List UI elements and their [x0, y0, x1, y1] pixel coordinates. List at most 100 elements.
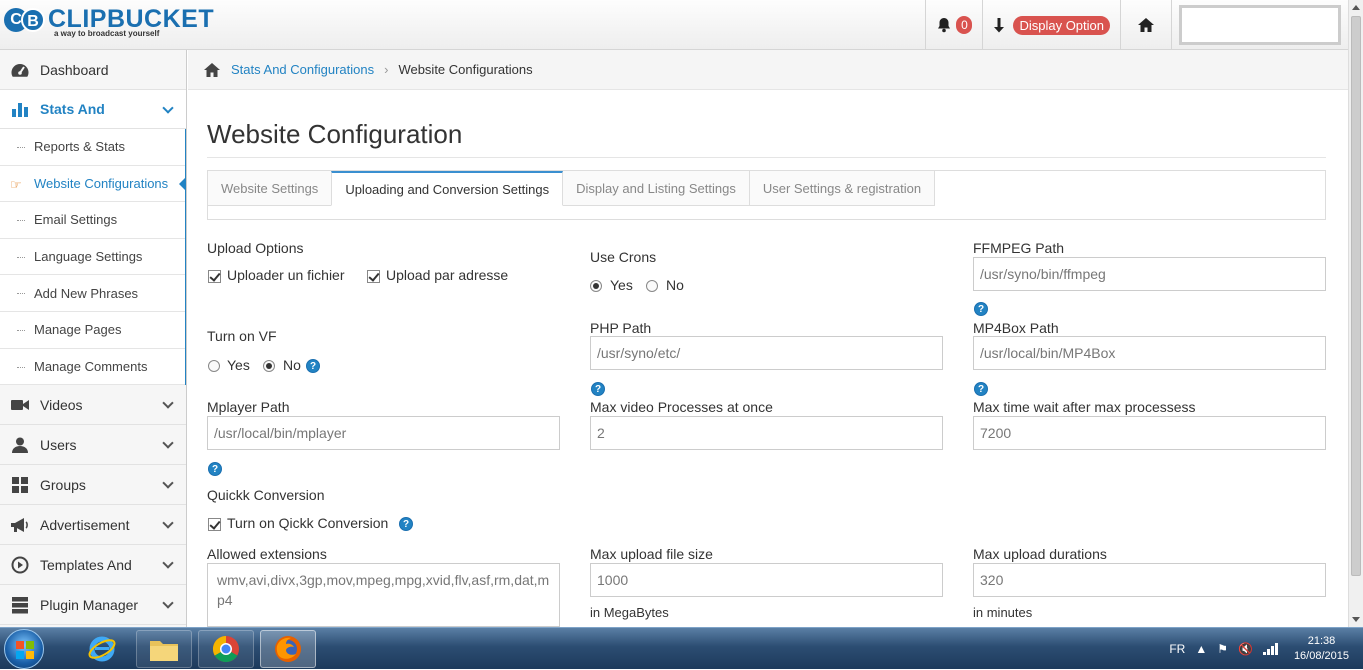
- mp4box-path-input[interactable]: /usr/local/bin/MP4Box: [973, 336, 1326, 370]
- tab-user-settings[interactable]: User Settings & registration: [749, 171, 936, 206]
- tab-website-settings[interactable]: Website Settings: [208, 171, 333, 206]
- chrome-taskbar-button[interactable]: [198, 630, 254, 668]
- sidebar-item-templates[interactable]: Templates And: [0, 545, 186, 586]
- notifications-button[interactable]: 0: [925, 0, 982, 50]
- clock-date: 16/08/2015: [1293, 650, 1349, 662]
- home-icon: [1138, 18, 1154, 32]
- sidebar-item-plugin-manager[interactable]: Plugin Manager: [0, 585, 186, 626]
- sidebar: Dashboard Stats And Reports & Stats ☞ We…: [0, 50, 187, 627]
- action-center-flag-icon[interactable]: ⚑: [1217, 642, 1228, 656]
- ffmpeg-path-input[interactable]: /usr/syno/bin/ffmpeg: [973, 257, 1326, 291]
- breadcrumb-link[interactable]: Stats And Configurations: [231, 62, 374, 77]
- upload-adresse-checkbox[interactable]: [367, 270, 380, 283]
- start-button[interactable]: [4, 629, 44, 669]
- grid-icon: [9, 475, 31, 495]
- allowed-extensions-textarea[interactable]: wmv,avi,divx,3gp,mov,mpeg,mpg,xvid,flv,a…: [207, 563, 560, 627]
- firefox-icon: [275, 636, 301, 662]
- tray-expand-icon[interactable]: ▲: [1195, 642, 1207, 656]
- upload-options-label: Upload Options: [207, 240, 304, 256]
- help-icon[interactable]: ?: [591, 382, 605, 396]
- crons-yes-label: Yes: [610, 277, 633, 293]
- chevron-down-icon: [162, 102, 174, 114]
- tab-uploading-conversion[interactable]: Uploading and Conversion Settings: [331, 171, 564, 206]
- internet-explorer-taskbar-button[interactable]: [74, 630, 130, 668]
- logo-badge: C B: [4, 6, 46, 34]
- max-time-wait-input[interactable]: 7200: [973, 416, 1326, 450]
- tab-display-listing[interactable]: Display and Listing Settings: [563, 171, 750, 206]
- arrow-down-icon: [994, 18, 1005, 33]
- max-upload-duration-label: Max upload durations: [973, 546, 1107, 562]
- display-option-button[interactable]: Display Option: [982, 0, 1120, 50]
- quick-conversion-checkbox[interactable]: [208, 518, 221, 531]
- sidebar-item-label: Dashboard: [40, 61, 109, 78]
- sidebar-item-label: Stats And: [40, 101, 105, 117]
- folder-icon: [150, 641, 178, 661]
- sidebar-item-label: Plugin Manager: [40, 596, 139, 613]
- submenu-manage-comments[interactable]: Manage Comments: [0, 349, 185, 386]
- stats-submenu: Reports & Stats ☞ Website Configurations…: [0, 129, 186, 386]
- mplayer-path-input[interactable]: /usr/local/bin/mplayer: [207, 416, 560, 450]
- breadcrumb-current: Website Configurations: [398, 62, 533, 77]
- language-indicator[interactable]: FR: [1169, 642, 1185, 656]
- network-signal-icon[interactable]: [1262, 643, 1279, 655]
- firefox-taskbar-button[interactable]: [260, 630, 316, 668]
- uploader-fichier-checkbox[interactable]: [208, 270, 221, 283]
- sidebar-item-advertisement[interactable]: Advertisement: [0, 505, 186, 546]
- chevron-down-icon: [162, 477, 174, 489]
- header-nav: 0 Display Option: [925, 0, 1348, 50]
- tabs-container: Website Settings Uploading and Conversio…: [207, 170, 1326, 220]
- page-scrollbar[interactable]: [1348, 0, 1363, 627]
- max-upload-size-input[interactable]: 1000: [590, 563, 943, 597]
- help-icon[interactable]: ?: [306, 359, 320, 373]
- submenu-manage-pages[interactable]: Manage Pages: [0, 312, 185, 349]
- clipbucket-logo[interactable]: C B CLIPBUCKET a way to broadcast yourse…: [4, 6, 214, 42]
- max-upload-size-label: Max upload file size: [590, 546, 713, 562]
- sidebar-item-stats[interactable]: Stats And: [0, 90, 186, 129]
- max-upload-duration-unit: in minutes: [973, 605, 1033, 620]
- max-upload-size-unit: in MegaBytes: [590, 605, 669, 620]
- file-explorer-taskbar-button[interactable]: [136, 630, 192, 668]
- max-upload-duration-input[interactable]: 320: [973, 563, 1326, 597]
- vf-yes-radio[interactable]: [208, 360, 220, 372]
- volume-muted-icon[interactable]: 🔇: [1238, 642, 1253, 656]
- user-icon: [9, 435, 31, 455]
- submenu-email-settings[interactable]: Email Settings: [0, 202, 185, 239]
- use-crons-label: Use Crons: [590, 249, 657, 265]
- home-icon[interactable]: [203, 62, 221, 78]
- sidebar-item-groups[interactable]: Groups: [0, 465, 186, 506]
- allowed-extensions-label: Allowed extensions: [207, 546, 327, 562]
- submenu-website-configurations[interactable]: ☞ Website Configurations: [0, 166, 186, 203]
- scroll-thumb[interactable]: [1351, 16, 1361, 576]
- pointing-hand-icon: ☞: [10, 176, 22, 192]
- bar-chart-icon: [9, 99, 31, 119]
- notification-count-badge: 0: [956, 16, 973, 34]
- mp4box-path-label: MP4Box Path: [973, 320, 1059, 336]
- crons-no-radio[interactable]: [646, 280, 658, 292]
- crons-yes-radio[interactable]: [590, 280, 602, 292]
- search-input[interactable]: [1179, 5, 1341, 45]
- sidebar-item-users[interactable]: Users: [0, 425, 186, 466]
- submenu-add-new-phrases[interactable]: Add New Phrases: [0, 275, 185, 312]
- max-time-wait-label: Max time wait after max processess: [973, 399, 1196, 415]
- chevron-down-icon: [162, 517, 174, 529]
- help-icon[interactable]: ?: [208, 462, 222, 476]
- sidebar-item-label: Groups: [40, 476, 86, 493]
- sidebar-item-videos[interactable]: Videos: [0, 385, 186, 426]
- submenu-reports-stats[interactable]: Reports & Stats: [0, 129, 185, 166]
- help-icon[interactable]: ?: [974, 382, 988, 396]
- taskbar-clock[interactable]: 21:38 16/08/2015: [1294, 634, 1349, 664]
- vf-no-radio[interactable]: [263, 360, 275, 372]
- video-camera-icon: [9, 395, 31, 415]
- scroll-down-arrow-icon[interactable]: [1352, 617, 1360, 622]
- megaphone-icon: [9, 515, 31, 535]
- help-icon[interactable]: ?: [399, 517, 413, 531]
- max-video-processes-input[interactable]: 2: [590, 416, 943, 450]
- help-icon[interactable]: ?: [974, 302, 988, 316]
- submenu-language-settings[interactable]: Language Settings: [0, 239, 185, 276]
- home-button[interactable]: [1120, 0, 1171, 50]
- sidebar-item-dashboard[interactable]: Dashboard: [0, 50, 186, 90]
- dashboard-icon: [9, 60, 31, 80]
- scroll-up-arrow-icon[interactable]: [1352, 5, 1360, 10]
- php-path-input[interactable]: /usr/syno/etc/: [590, 336, 943, 370]
- top-header: C B CLIPBUCKET a way to broadcast yourse…: [0, 0, 1348, 50]
